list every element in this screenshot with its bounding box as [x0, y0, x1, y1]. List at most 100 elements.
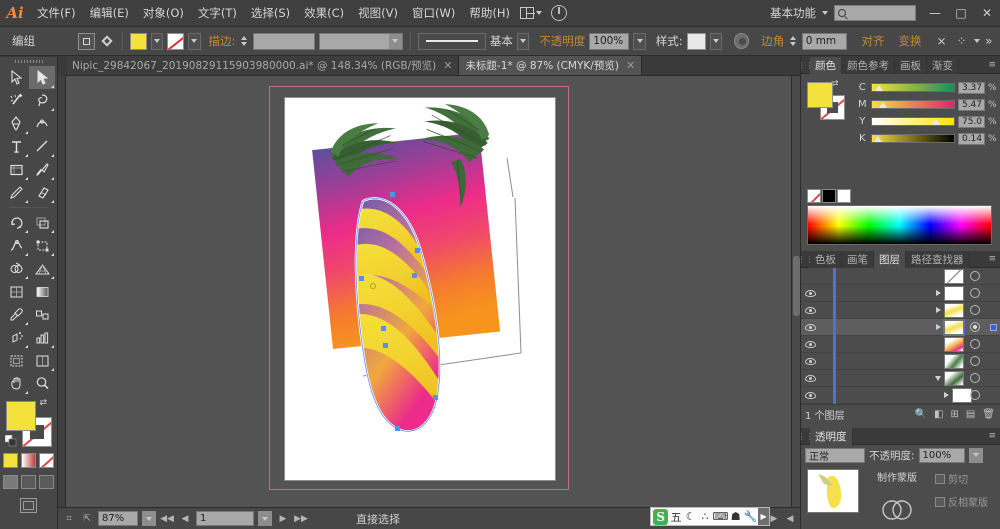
blend-mode-select[interactable]: 正常 — [805, 447, 865, 463]
isolate-group-button[interactable] — [78, 32, 95, 50]
search-icon[interactable]: 🔍 — [915, 409, 927, 420]
last-artboard-button[interactable]: ▶▶ — [294, 511, 308, 526]
workspace-selector[interactable]: 基本功能 — [766, 5, 820, 21]
prev-artboard-button[interactable]: ◀ — [178, 511, 192, 526]
slider-m-track[interactable] — [870, 100, 955, 109]
menu-object[interactable]: 对象(O) — [136, 0, 191, 27]
color-fill-swatch[interactable] — [807, 82, 833, 108]
eyedropper-tool[interactable] — [3, 303, 29, 326]
align-button[interactable]: 对齐 — [861, 33, 884, 49]
slider-y-thumb[interactable] — [931, 115, 940, 129]
eraser-tool[interactable] — [29, 181, 55, 204]
distribute-icon[interactable]: ⁘ — [954, 33, 970, 50]
target-indicator[interactable] — [964, 288, 986, 298]
scale-tool[interactable] — [29, 211, 55, 234]
menu-effect[interactable]: 效果(C) — [297, 0, 351, 27]
white-swatch[interactable] — [837, 189, 851, 203]
sogou-logo-icon[interactable]: S — [653, 508, 669, 525]
panel-menu-icon[interactable]: ≡ — [988, 431, 1000, 441]
status-prev-icon[interactable]: ◀ — [783, 511, 797, 526]
selection-tool[interactable] — [3, 66, 29, 89]
keyboard-icon[interactable]: ⌨ — [713, 509, 729, 525]
canvas-area[interactable] — [58, 76, 800, 507]
zoom-tool[interactable] — [29, 372, 55, 395]
moon-icon[interactable]: ☾ — [684, 509, 698, 525]
target-indicator[interactable] — [964, 322, 986, 332]
slider-k-value[interactable]: 0.14 — [958, 132, 986, 145]
paintbrush-tool[interactable] — [29, 158, 55, 181]
table-row[interactable] — [801, 284, 1000, 302]
fill-swatch[interactable] — [129, 32, 147, 50]
options-overflow-icon[interactable]: » — [984, 33, 1000, 50]
gradient-tool[interactable] — [29, 280, 55, 303]
artboard[interactable] — [285, 98, 555, 480]
blend-tool[interactable] — [29, 303, 55, 326]
gradient-button[interactable] — [21, 453, 36, 468]
minimize-button[interactable]: — — [922, 3, 948, 23]
mask-thumbnail[interactable] — [871, 487, 923, 529]
tab-transparency[interactable]: 透明度 — [810, 427, 853, 445]
invert-mask-checkbox-row[interactable]: 反相蒙版 — [935, 494, 988, 509]
table-row[interactable] — [801, 369, 1000, 387]
stroke-swatch[interactable] — [167, 32, 185, 50]
visibility-toggle[interactable] — [801, 391, 819, 399]
table-row[interactable] — [801, 352, 1000, 370]
panel-menu-icon[interactable]: ≡ — [988, 60, 1000, 70]
draw-behind-button[interactable] — [21, 475, 36, 489]
opacity-mask-button[interactable] — [734, 33, 750, 49]
panel-menu-icon[interactable]: ≡ — [988, 254, 1000, 264]
stroke-weight-stepper[interactable] — [239, 33, 248, 50]
fill-dropdown[interactable] — [150, 32, 164, 50]
canvas-scrollbar[interactable] — [791, 76, 800, 507]
draw-inside-button[interactable] — [39, 475, 54, 489]
rectangle-tool[interactable] — [3, 158, 29, 181]
chevron-down-icon[interactable] — [973, 39, 980, 43]
tab-color[interactable]: 颜色 — [810, 56, 842, 74]
mesh-tool[interactable] — [3, 280, 29, 303]
style-dropdown[interactable] — [709, 32, 723, 50]
table-row[interactable] — [801, 267, 1000, 285]
tab-brushes[interactable]: 画笔 — [842, 250, 874, 268]
artboard-tool[interactable] — [3, 349, 29, 372]
slider-c-thumb[interactable] — [874, 81, 883, 95]
document-tab-1[interactable]: Nipic_29842067_20190829115903980000.ai* … — [66, 56, 460, 75]
slice-tool[interactable] — [29, 349, 55, 372]
delete-icon[interactable]: 🗑 — [982, 409, 995, 420]
opacity-dropdown[interactable] — [633, 32, 646, 50]
ime-toolbar[interactable]: S 五 ☾ ∴ ⌨ ☗ 🔧 ▶ — [650, 507, 770, 526]
bridge-button[interactable] — [545, 0, 573, 27]
artboard-dropdown[interactable] — [258, 511, 272, 526]
clip-checkbox-row[interactable]: 剪切 — [935, 471, 988, 486]
close-icon[interactable]: ✕ — [443, 59, 452, 72]
opacity-dropdown[interactable] — [968, 447, 983, 463]
arrange-documents-button[interactable] — [517, 0, 545, 27]
invert-mask-checkbox[interactable] — [935, 496, 945, 507]
rotate-tool[interactable] — [3, 211, 29, 234]
visibility-toggle[interactable] — [801, 323, 819, 331]
color-button[interactable] — [3, 453, 18, 468]
menu-window[interactable]: 窗口(W) — [405, 0, 462, 27]
lasso-tool[interactable] — [29, 89, 55, 112]
tab-swatches[interactable]: 色板 — [810, 250, 842, 268]
scrollbar-thumb[interactable] — [793, 256, 800, 316]
maximize-button[interactable]: □ — [948, 3, 974, 23]
draw-normal-button[interactable] — [3, 475, 18, 489]
magic-wand-tool[interactable] — [3, 89, 29, 112]
panel-grip-icon[interactable]: ⋮⋮ — [798, 428, 814, 445]
menu-help[interactable]: 帮助(H) — [462, 0, 517, 27]
visibility-toggle[interactable] — [801, 340, 819, 348]
visibility-toggle[interactable] — [801, 374, 819, 382]
status-text[interactable]: 直接选择 — [356, 511, 400, 527]
menu-edit[interactable]: 编辑(E) — [83, 0, 136, 27]
punctuation-icon[interactable]: ∴ — [698, 509, 712, 525]
expand-toggle[interactable] — [932, 307, 944, 313]
perspective-grid-tool[interactable] — [29, 257, 55, 280]
stroke-dropdown[interactable] — [188, 32, 201, 50]
corner-stepper[interactable] — [788, 33, 797, 50]
target-indicator[interactable] — [964, 356, 986, 366]
zoom-dropdown[interactable] — [142, 511, 156, 526]
table-row[interactable] — [801, 386, 1000, 404]
clip-checkbox[interactable] — [935, 473, 945, 484]
opacity-input[interactable]: 100% — [589, 32, 630, 50]
pencil-tool[interactable] — [3, 181, 29, 204]
